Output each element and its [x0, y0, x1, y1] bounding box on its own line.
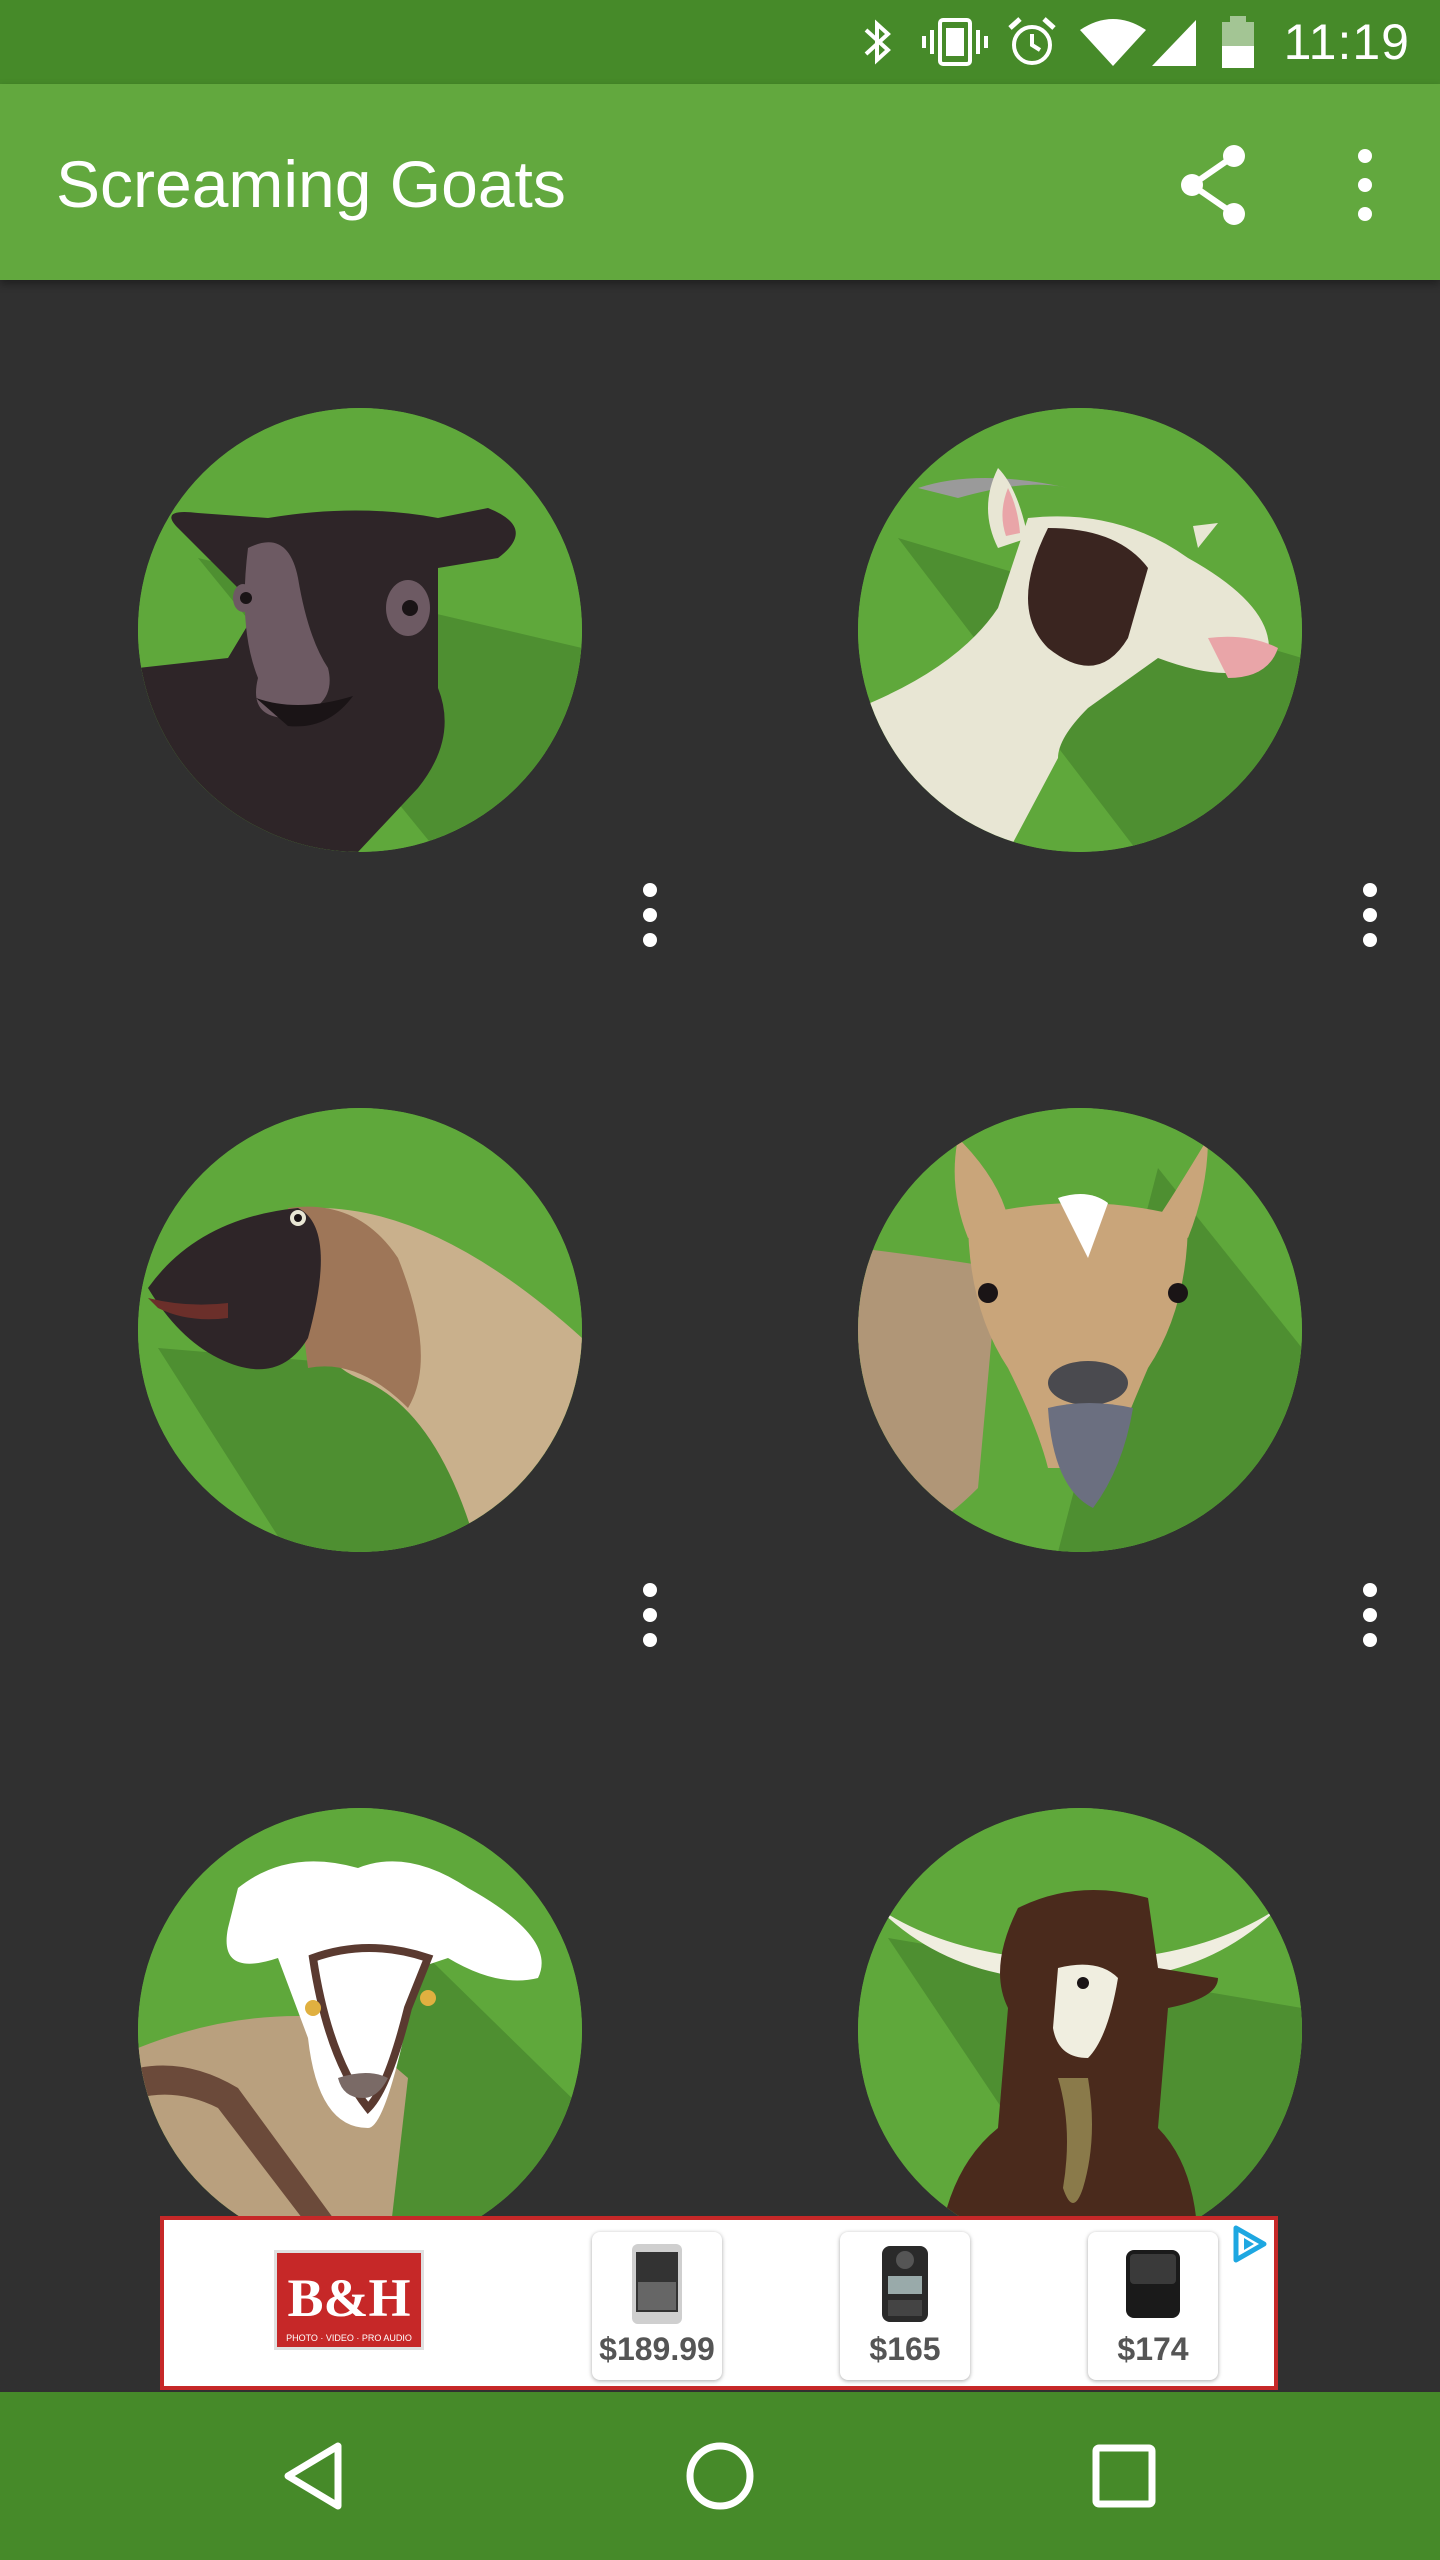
goat-button[interactable] — [138, 408, 582, 852]
goat-cell — [720, 280, 1440, 980]
ad-product-price: $165 — [869, 2331, 941, 2367]
goat-image — [138, 1808, 582, 2252]
goat-image — [858, 1808, 1302, 2252]
vibrate-icon — [922, 18, 988, 66]
light-meter-product-image — [882, 2246, 928, 2322]
ad-product[interactable]: $174 — [1088, 2232, 1218, 2380]
ad-product[interactable]: $165 — [840, 2232, 970, 2380]
status-bar: 11:19 — [0, 0, 1440, 84]
ad-logo[interactable]: B&H PHOTO · VIDEO · PRO AUDIO — [274, 2250, 424, 2350]
battery-icon — [1222, 16, 1254, 68]
goat-cell — [0, 980, 720, 1680]
ad-product[interactable]: $189.99 — [592, 2232, 722, 2380]
goat-image — [858, 1108, 1302, 1552]
home-icon[interactable] — [670, 2426, 770, 2526]
signal-icon — [1152, 20, 1196, 66]
share-icon[interactable] — [1170, 140, 1260, 230]
alarm-icon — [1008, 17, 1056, 65]
ad-choices-icon[interactable] — [1222, 2220, 1274, 2268]
hard-drive-product-image — [1126, 2250, 1180, 2318]
recents-icon[interactable] — [1074, 2426, 1174, 2526]
more-vert-icon[interactable] — [1340, 1570, 1400, 1660]
app-title: Screaming Goats — [56, 147, 566, 221]
goat-cell — [0, 280, 720, 980]
phone-product-image — [632, 2244, 682, 2324]
goat-image — [138, 1108, 582, 1552]
bluetooth-icon — [864, 19, 891, 65]
app-bar: Screaming Goats — [0, 84, 1440, 280]
goat-image — [138, 408, 582, 852]
ad-product-price: $189.99 — [599, 2331, 715, 2367]
more-vert-icon[interactable] — [1340, 870, 1400, 960]
goat-button[interactable] — [858, 408, 1302, 852]
goat-button[interactable] — [138, 1808, 582, 2252]
ad-banner[interactable]: B&H PHOTO · VIDEO · PRO AUDIO $189.99 $1… — [160, 2216, 1278, 2390]
goat-button[interactable] — [138, 1108, 582, 1552]
ad-logo-text: B&H — [287, 2268, 411, 2328]
screen: 11:19 Screaming Goats B&H PHOTO · VIDEO … — [0, 0, 1440, 2560]
goat-button[interactable] — [858, 1808, 1302, 2252]
goat-button[interactable] — [858, 1108, 1302, 1552]
nav-bar — [0, 2392, 1440, 2560]
ad-product-price: $174 — [1117, 2331, 1189, 2367]
ad-logo-tagline: PHOTO · VIDEO · PRO AUDIO — [286, 2333, 412, 2343]
more-vert-icon[interactable] — [620, 1570, 680, 1660]
wifi-icon — [1080, 19, 1146, 66]
more-vert-icon[interactable] — [1320, 140, 1410, 230]
status-time: 11:19 — [1283, 14, 1410, 70]
more-vert-icon[interactable] — [620, 870, 680, 960]
back-icon[interactable] — [266, 2426, 366, 2526]
goat-cell — [720, 980, 1440, 1680]
goat-image — [858, 408, 1302, 852]
